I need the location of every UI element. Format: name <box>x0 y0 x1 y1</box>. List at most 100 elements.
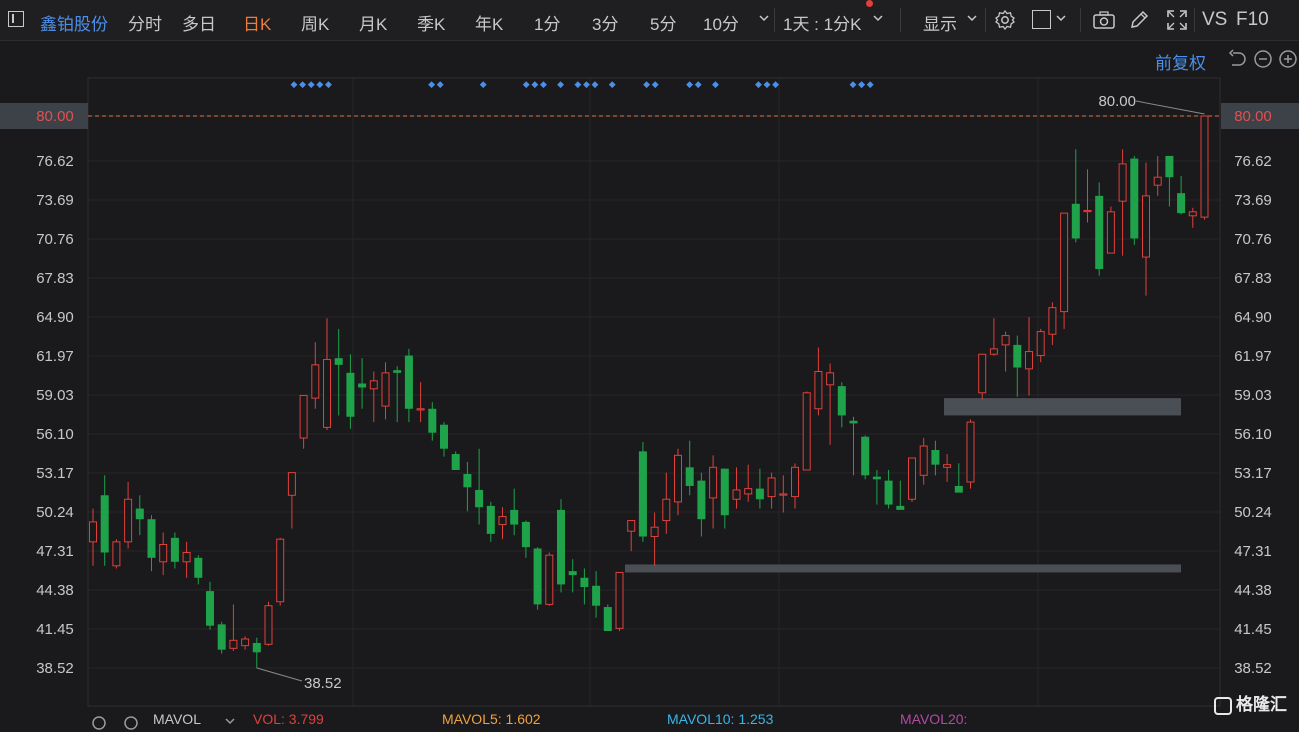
event-marker: ◆ <box>540 80 547 90</box>
candle-body <box>919 445 928 476</box>
candle-body <box>428 408 437 433</box>
candle-body <box>159 544 168 563</box>
candle <box>896 480 905 510</box>
candle-body <box>229 639 238 649</box>
kline-chart[interactable]: ◆ ◆ ◆ ◆ ◆ ◆ ◆ ◆ ◆ ◆ ◆ ◆ ◆ ◆ ◆ ◆ ◆ ◆ ◆ ◆ ◆ ◆ ◆ ◆ ◆ ◆◆ ◆ 76.62 76.627… <box>0 0 1299 723</box>
candle <box>568 559 577 593</box>
candle <box>709 455 718 529</box>
left-axis-tick: 38.52 <box>36 660 74 677</box>
candle <box>767 472 776 509</box>
candle <box>521 520 530 558</box>
event-marker: ◆ <box>299 80 306 90</box>
candle-body <box>1130 158 1139 239</box>
candle-body <box>112 541 121 567</box>
candle-body <box>557 509 565 585</box>
candle-body <box>299 394 308 439</box>
event-marker: ◆ <box>712 80 719 90</box>
brand-logo-text: 格隆汇 <box>1236 695 1287 714</box>
candle <box>276 537 285 606</box>
candle-body <box>252 642 261 653</box>
right-axis-tick: 56.10 <box>1234 426 1272 443</box>
candle <box>954 463 963 493</box>
candle-body <box>943 464 952 468</box>
event-markers: ◆ ◆ ◆ ◆ ◆ ◆ ◆ ◆ ◆ ◆ ◆ ◆ ◆ ◆ ◆ ◆ ◆ ◆ ◆ ◆ ◆ ◆ ◆ ◆ ◆ ◆◆ ◆ <box>291 80 874 90</box>
chevron-down-icon[interactable] <box>224 715 236 727</box>
candle-body <box>603 607 612 632</box>
left-axis-tick: 56.10 <box>36 426 74 443</box>
candle-body <box>393 370 402 373</box>
right-axis-tick: 44.38 <box>1234 582 1272 599</box>
period-low-label: 38.52 <box>304 675 342 692</box>
candle <box>533 547 542 610</box>
candle <box>720 468 729 529</box>
candle-body <box>147 519 156 558</box>
candle-body <box>791 466 799 498</box>
candle-body <box>674 454 682 503</box>
candle <box>1095 182 1104 276</box>
event-marker: ◆ <box>291 80 298 90</box>
right-axis-tick: 41.45 <box>1234 621 1272 638</box>
candle <box>486 501 495 542</box>
candle <box>206 581 214 630</box>
candle <box>638 442 647 542</box>
candle-body <box>1095 195 1104 270</box>
indicator-hide-icon[interactable] <box>122 714 140 732</box>
candlestick-series <box>89 115 1209 669</box>
candle-body <box>709 466 718 499</box>
candle-body <box>802 392 811 471</box>
candle <box>182 541 191 578</box>
period-high-label: 80.00 <box>1098 93 1136 110</box>
candle-body <box>100 495 109 553</box>
candle <box>147 515 156 572</box>
right-axis-tick: 61.97 <box>1234 348 1272 365</box>
candle-body <box>475 489 484 508</box>
candle <box>229 604 238 651</box>
candle <box>580 568 589 605</box>
right-axis-tick: 50.24 <box>1234 504 1272 521</box>
candle-body <box>814 371 823 410</box>
vol-value: VOL: 3.799 <box>253 711 324 727</box>
indicator-bar: MAVOL VOL: 3.799 MAVOL5: 1.602 MAVOL10: … <box>0 706 1299 730</box>
left-axis-tick: 64.90 <box>36 309 74 326</box>
candle <box>252 637 261 669</box>
candle <box>791 463 799 509</box>
candle-body <box>1177 193 1186 214</box>
candle <box>475 448 484 525</box>
candle-body <box>545 554 554 605</box>
candle <box>89 508 97 566</box>
candle <box>662 472 671 534</box>
left-axis-tick: 73.69 <box>36 192 74 209</box>
left-axis-tick: 41.45 <box>36 621 74 638</box>
event-marker: ◆ <box>583 80 590 90</box>
mavol-label[interactable]: MAVOL <box>153 711 201 727</box>
candle-body <box>486 505 495 534</box>
low-leader-line <box>256 667 303 682</box>
candle <box>440 422 448 457</box>
candle <box>557 499 565 593</box>
candle <box>861 435 870 480</box>
event-marker: ◆ <box>428 80 435 90</box>
candle-body <box>966 421 975 483</box>
right-axis-tick: 67.83 <box>1234 270 1272 287</box>
candle <box>463 461 472 512</box>
candle-body <box>533 548 542 605</box>
price-zones <box>625 398 1181 573</box>
high-leader-line <box>1135 100 1205 115</box>
candle-body <box>615 571 624 629</box>
candle-body <box>872 476 881 480</box>
event-marker: ◆ <box>772 80 779 90</box>
right-axis-tick: 38.52 <box>1234 660 1272 677</box>
candle-body <box>568 571 577 576</box>
event-marker: ◆ <box>850 80 857 90</box>
brand-logo: 格隆汇 <box>1214 690 1287 715</box>
candle-body <box>849 420 858 424</box>
left-axis-tick: 44.38 <box>36 582 74 599</box>
candle-body <box>884 480 893 505</box>
candle-body <box>217 624 226 650</box>
left-axis-tick: 50.24 <box>36 504 74 521</box>
candle-body <box>744 488 753 495</box>
candle <box>1048 302 1057 345</box>
indicator-settings-icon[interactable] <box>90 714 108 732</box>
candle <box>802 391 811 471</box>
candle-body <box>1013 344 1022 368</box>
